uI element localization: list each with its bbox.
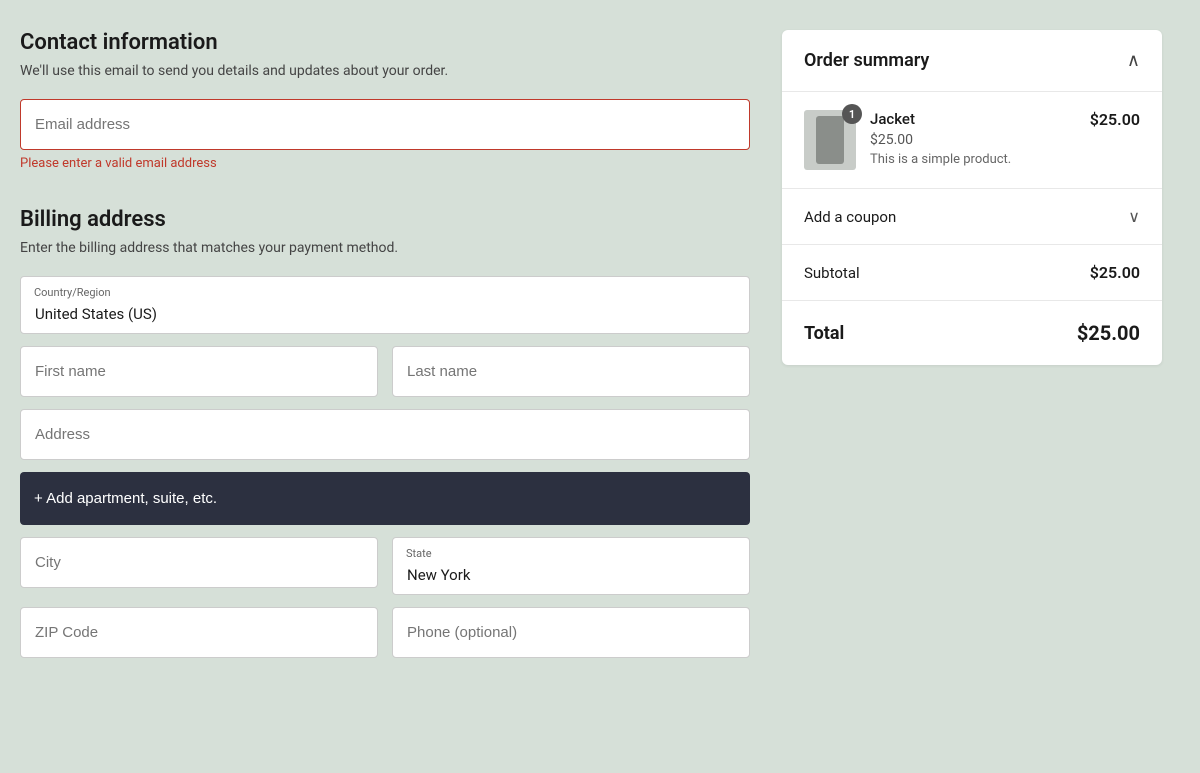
- product-price-right: $25.00: [1090, 110, 1140, 129]
- last-name-group: [392, 346, 750, 397]
- contact-title: Contact information: [20, 30, 750, 55]
- email-field-group: Please enter a valid email address: [20, 99, 750, 171]
- state-field-group[interactable]: State New York: [392, 537, 750, 595]
- state-label: State: [406, 547, 432, 560]
- email-input[interactable]: [20, 99, 750, 150]
- left-column: Contact information We'll use this email…: [20, 30, 750, 670]
- order-summary-card: Order summary ∧ 1 Jacket $25.00 This is …: [782, 30, 1162, 365]
- city-input[interactable]: [20, 537, 378, 588]
- country-label: Country/Region: [34, 286, 111, 299]
- zip-field-group: [20, 607, 378, 658]
- contact-subtitle: We'll use this email to send you details…: [20, 63, 750, 79]
- total-value: $25.00: [1077, 321, 1140, 345]
- name-row: [20, 346, 750, 397]
- right-column: Order summary ∧ 1 Jacket $25.00 This is …: [782, 30, 1162, 365]
- country-value[interactable]: United States (US): [20, 276, 750, 334]
- state-value[interactable]: New York: [392, 537, 750, 595]
- total-label: Total: [804, 323, 844, 344]
- phone-input[interactable]: [392, 607, 750, 658]
- address-input[interactable]: [20, 409, 750, 460]
- add-apartment-button[interactable]: + Add apartment, suite, etc.: [20, 472, 750, 525]
- billing-subtitle: Enter the billing address that matches y…: [20, 240, 750, 256]
- product-image-wrapper: 1: [804, 110, 856, 170]
- order-summary-title: Order summary: [804, 50, 929, 71]
- coupon-row[interactable]: Add a coupon ∨: [782, 189, 1162, 245]
- phone-field-group: [392, 607, 750, 658]
- product-name: Jacket: [870, 110, 1076, 128]
- product-info: Jacket $25.00 This is a simple product.: [870, 110, 1076, 167]
- subtotal-value: $25.00: [1090, 263, 1140, 282]
- country-field-group[interactable]: Country/Region United States (US): [20, 276, 750, 334]
- product-figure: [816, 116, 844, 164]
- first-name-input[interactable]: [20, 346, 378, 397]
- product-price-small: $25.00: [870, 132, 1076, 148]
- order-summary-header: Order summary ∧: [782, 30, 1162, 92]
- subtotal-label: Subtotal: [804, 264, 860, 282]
- first-name-group: [20, 346, 378, 397]
- city-field-group: [20, 537, 378, 595]
- billing-section: Billing address Enter the billing addres…: [20, 207, 750, 658]
- coupon-label: Add a coupon: [804, 208, 896, 226]
- zip-input[interactable]: [20, 607, 378, 658]
- billing-title: Billing address: [20, 207, 750, 232]
- product-row: 1 Jacket $25.00 This is a simple product…: [782, 92, 1162, 189]
- coupon-chevron-icon: ∨: [1128, 207, 1140, 226]
- last-name-input[interactable]: [392, 346, 750, 397]
- product-quantity-badge: 1: [842, 104, 862, 124]
- collapse-icon[interactable]: ∧: [1127, 50, 1140, 71]
- email-error-message: Please enter a valid email address: [20, 156, 750, 171]
- product-description: This is a simple product.: [870, 152, 1076, 167]
- contact-section: Contact information We'll use this email…: [20, 30, 750, 171]
- subtotal-row: Subtotal $25.00: [782, 245, 1162, 301]
- total-row: Total $25.00: [782, 301, 1162, 365]
- city-state-row: State New York: [20, 537, 750, 595]
- address-field-group: [20, 409, 750, 460]
- zip-phone-row: [20, 607, 750, 658]
